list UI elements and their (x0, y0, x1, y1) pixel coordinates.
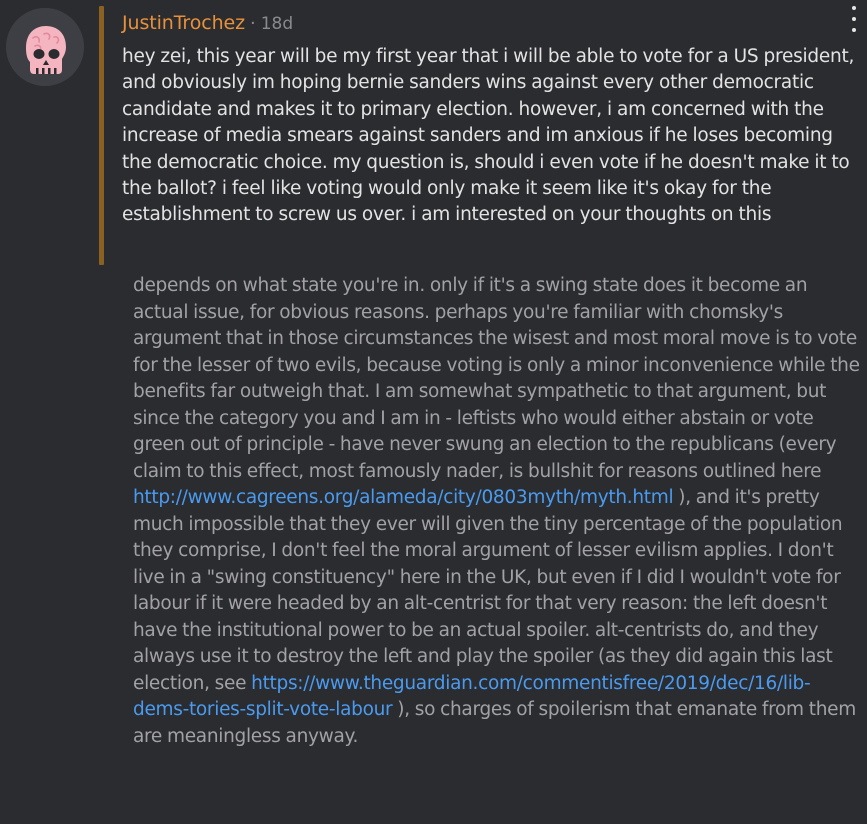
cagreens-link[interactable]: http://www.cagreens.org/alameda/city/080… (133, 487, 674, 508)
post-header: JustinTrochez · 18d (122, 12, 293, 38)
question-post: JustinTrochez · 18d hey zei, this year w… (0, 0, 867, 824)
menu-dot (852, 6, 856, 10)
user-avatar[interactable] (6, 8, 84, 86)
quote-accent-bar (99, 6, 104, 265)
header-separator: · (250, 13, 256, 34)
pink-skull-icon (6, 8, 84, 86)
answer-text-part: ), and it's pretty much impossible that … (133, 487, 843, 694)
author-name[interactable]: JustinTrochez (122, 12, 245, 34)
menu-dot (852, 28, 856, 32)
vertical-ellipsis-icon[interactable] (849, 6, 859, 32)
answer-text-part: depends on what state you're in. only if… (133, 275, 860, 482)
menu-dot (852, 17, 856, 21)
post-age: 18d (260, 14, 294, 34)
answer-text: depends on what state you're in. only if… (133, 273, 863, 750)
question-text: hey zei, this year will be my first year… (122, 46, 855, 226)
